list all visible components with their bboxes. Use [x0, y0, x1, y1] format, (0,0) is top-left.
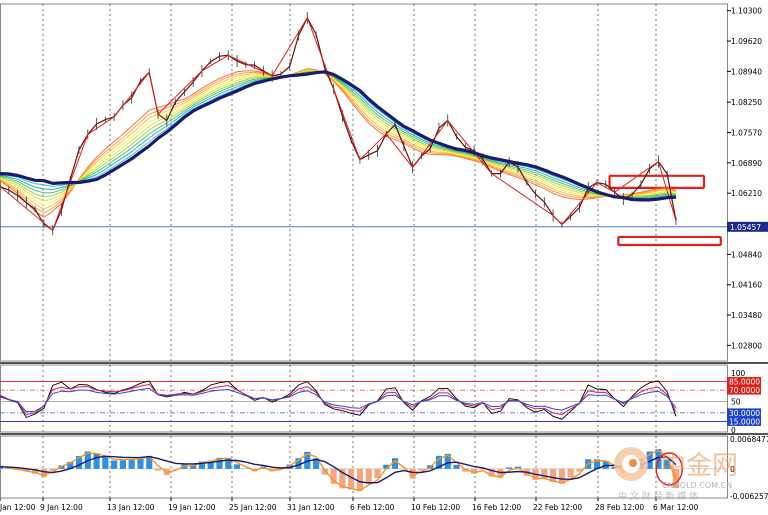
x-tick-label: 6 Mar 12:00 — [653, 503, 699, 512]
histogram-bar — [128, 459, 135, 469]
level-tag-label: 70.0000 — [729, 386, 760, 395]
x-tick-label: 31 Jan 12:00 — [287, 503, 335, 512]
histogram-bar — [233, 464, 241, 469]
histogram-bar — [154, 468, 162, 471]
x-tick-label: 19 Jan 12:00 — [168, 503, 216, 512]
price-tick-label: 1.09620 — [731, 37, 762, 46]
histogram-bar — [146, 455, 153, 469]
price-tick-label: 1.08250 — [731, 98, 762, 107]
x-tick-label: 22 Feb 12:00 — [533, 503, 582, 512]
histogram-bar — [567, 468, 574, 478]
x-tick-label: 10 Feb 12:00 — [411, 503, 460, 512]
x-tick-label: Jan 12:00 — [0, 503, 36, 512]
price-tick-label: 1.04840 — [731, 250, 762, 259]
price-tick-label: 1.08940 — [731, 67, 762, 76]
histogram-tick-label: -0.0062577 — [730, 492, 768, 501]
histogram-bar — [453, 464, 460, 469]
histogram-bar — [137, 458, 144, 469]
histogram-bar — [119, 460, 126, 469]
chart-root: Jan 12:00 9 Jan 12:00 13 Jan 12:00 19 Jan 1… — [0, 0, 768, 515]
price-tick-label: 1.06890 — [731, 159, 762, 168]
histogram-bar — [356, 468, 364, 491]
watermark-domain: CNGOLD.COM.CN — [662, 481, 732, 490]
price-tick-label: 1.02800 — [731, 341, 762, 350]
histogram-tick-label: 0.0068477 — [730, 435, 768, 444]
x-tick-label: 16 Feb 12:00 — [472, 503, 521, 512]
price-tick-label: 1.03480 — [731, 311, 762, 320]
current-price-label: 1.05457 — [730, 223, 761, 232]
chart-canvas: Jan 12:00 9 Jan 12:00 13 Jan 12:00 19 Jan 1… — [0, 0, 768, 515]
histogram-bar — [93, 453, 100, 469]
histogram-bar — [506, 467, 513, 469]
histogram-bar — [365, 468, 372, 483]
x-tick-label: 6 Feb 12:00 — [350, 503, 395, 512]
watermark-brand: 中金网 — [660, 451, 738, 481]
price-tick-label: 1.06210 — [731, 189, 762, 198]
histogram-bar — [541, 468, 548, 479]
oscillator-tick-label: 0 — [731, 426, 736, 435]
histogram-bar — [102, 457, 109, 469]
x-tick-label: 9 Jan 12:00 — [40, 503, 83, 512]
histogram-bar — [111, 460, 118, 469]
oscillator-tick-label: 50 — [731, 398, 741, 407]
price-tick-label: 1.04160 — [731, 281, 762, 290]
price-tick-label: 1.07570 — [731, 129, 762, 138]
price-tick-label: 1.10300 — [731, 7, 762, 16]
x-tick-label: 13 Jan 12:00 — [107, 503, 155, 512]
x-tick-label: 25 Jan 12:00 — [229, 503, 277, 512]
x-tick-label: 28 Feb 12:00 — [595, 503, 644, 512]
watermark-tagline: 中 文 财 经 新 媒 体 — [618, 490, 698, 502]
